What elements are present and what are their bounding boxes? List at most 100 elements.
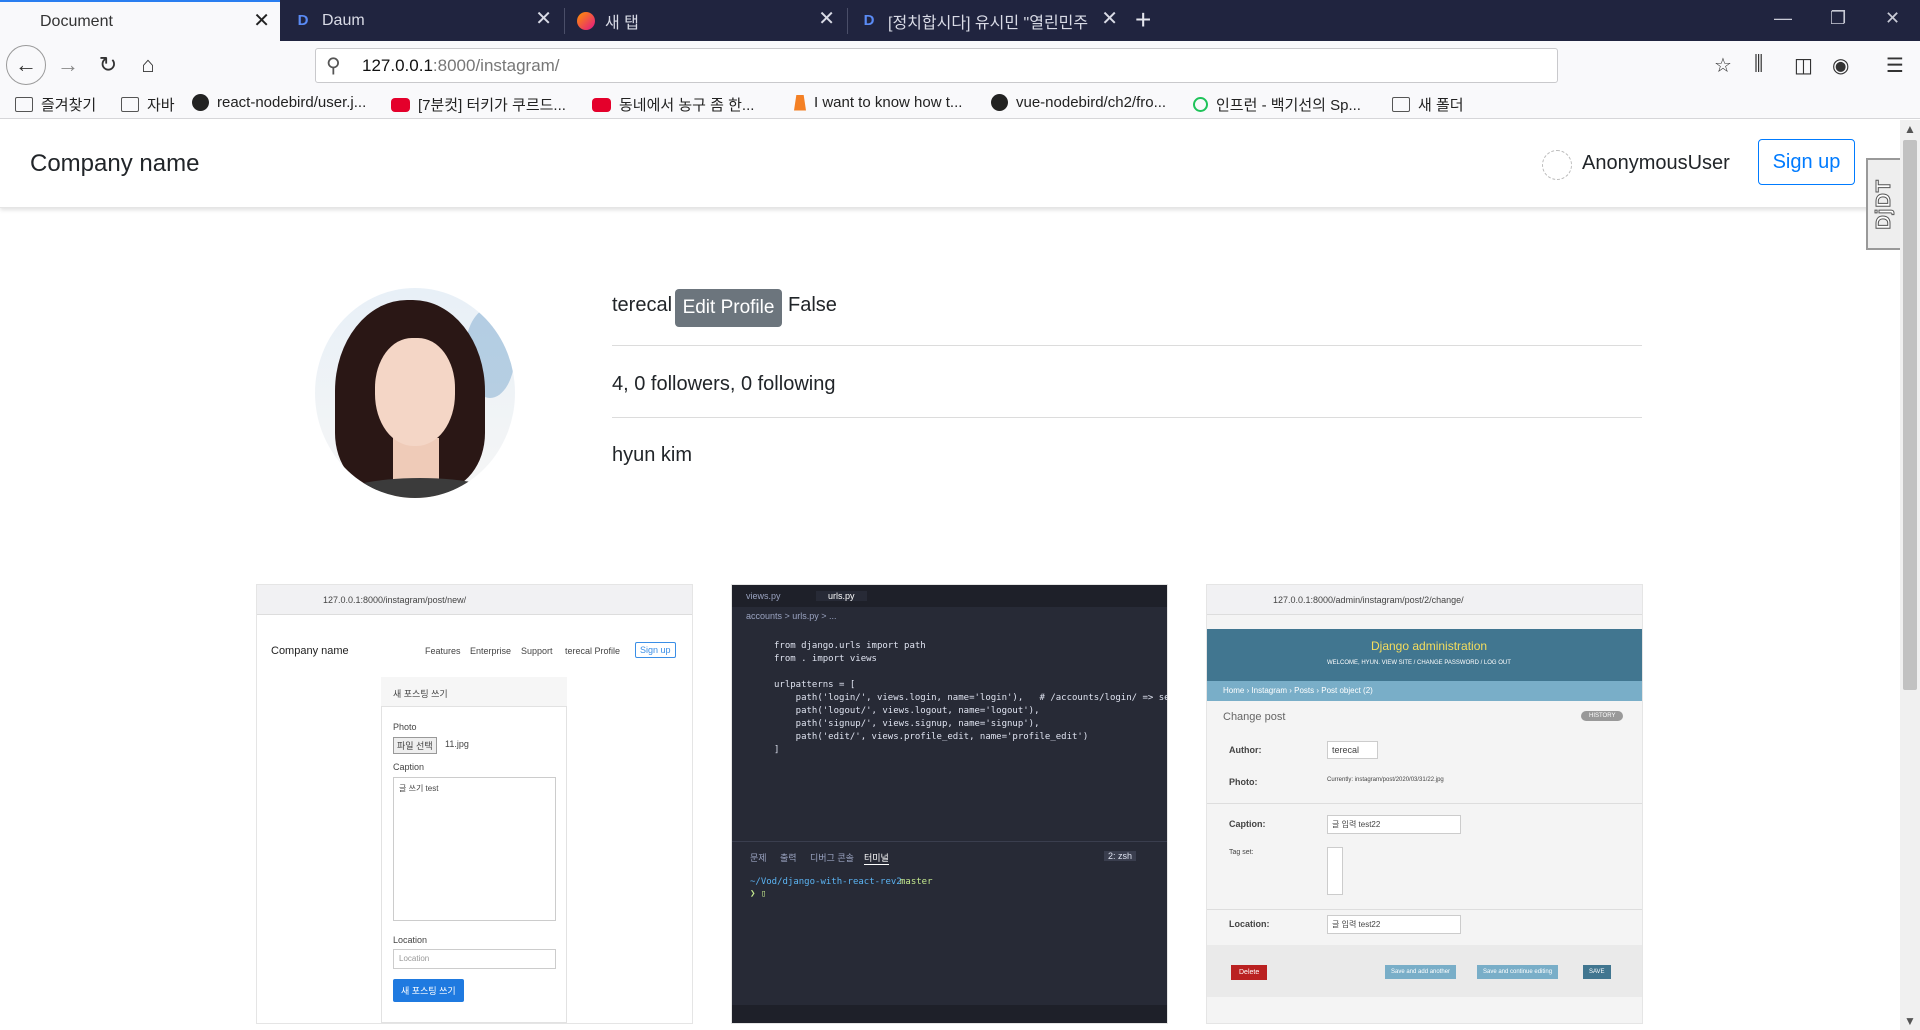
current-username[interactable]: AnonymousUser	[1582, 152, 1730, 175]
mini-breadcrumb: accounts > urls.py > ...	[746, 611, 837, 621]
mini-nav-item: terecal Profile	[565, 646, 621, 656]
mini-terminal-branch: master	[900, 877, 933, 887]
tab-youtube-politics[interactable]: D [정치합시다] 유시민 "열린민주 ✕	[848, 0, 1128, 41]
signup-button[interactable]: Sign up	[1758, 139, 1855, 185]
mini-url: 127.0.0.1:8000/instagram/post/new/	[323, 595, 467, 605]
blank-page-icon	[12, 13, 30, 31]
tab-title: [정치합시다] 유시민 "열린민주	[888, 14, 1089, 32]
mini-field-value: terecal	[1327, 741, 1379, 759]
tab-daum[interactable]: D Daum ✕	[282, 0, 562, 41]
post-thumbnail[interactable]: views.py urls.py accounts > urls.py > ..…	[731, 584, 1168, 1024]
site-header: Company name AnonymousUser Sign up	[0, 120, 1900, 208]
bookmark-star-icon[interactable]: ☆	[1714, 53, 1732, 78]
minimize-icon[interactable]: —	[1774, 8, 1792, 29]
window-close-icon[interactable]: ✕	[1885, 8, 1900, 29]
mini-file-button: 파일 선택	[393, 737, 437, 754]
account-icon[interactable]: ◉	[1832, 53, 1849, 78]
mini-nav-item: Support	[521, 646, 553, 656]
page-viewport: Company name AnonymousUser Sign up DjDT …	[0, 120, 1900, 1030]
mini-terminal-path: ~/Vod/django-with-react-rev2	[750, 877, 902, 887]
close-icon[interactable]: ✕	[535, 9, 552, 29]
bookmark-item[interactable]: 새 폴더	[1392, 94, 1464, 115]
back-arrow-icon[interactable]: ←	[6, 45, 46, 85]
github-icon	[192, 94, 209, 111]
close-icon[interactable]: ✕	[253, 11, 270, 31]
profile-stats: 4, 0 followers, 0 following	[612, 373, 836, 395]
mini-editor-tabs	[732, 585, 1167, 607]
profile-username: terecal	[612, 294, 673, 316]
new-tab-plus-icon[interactable]: +	[1135, 4, 1151, 36]
mini-submit: 새 포스팅 쓰기	[393, 979, 464, 1002]
scroll-down-arrow-icon[interactable]: ▼	[1904, 1014, 1916, 1028]
mini-panel-tab: 디버그 콘솔	[810, 853, 854, 863]
mini-field-label: Location:	[1229, 919, 1270, 929]
mini-placeholder: Location	[399, 954, 430, 963]
tab-new-tab[interactable]: 새 탭 ✕	[565, 0, 845, 41]
bookmark-item[interactable]: [7분컷] 터키가 쿠르드...	[391, 94, 566, 115]
scroll-thumb[interactable]	[1903, 140, 1917, 690]
tab-document[interactable]: Document ✕	[0, 0, 280, 41]
mini-nav-item: Enterprise	[470, 646, 512, 656]
post-thumbnail[interactable]: 127.0.0.1:8000/instagram/post/new/ Compa…	[256, 584, 693, 1024]
mini-title: Change post	[1223, 711, 1286, 723]
mini-field-label: Photo:	[1229, 777, 1258, 787]
close-icon[interactable]: ✕	[818, 9, 835, 29]
mini-field-label: Tag set:	[1229, 849, 1254, 856]
mini-brand: Company name	[271, 645, 349, 657]
divider	[612, 417, 1642, 418]
reload-icon[interactable]: ↻	[90, 47, 126, 83]
post-thumbnail[interactable]: 127.0.0.1:8000/admin/instagram/post/2/ch…	[1206, 584, 1643, 1024]
library-icon[interactable]: ⫼	[1754, 53, 1763, 76]
profile-full-name: hyun kim	[612, 444, 693, 466]
home-icon[interactable]: ⌂	[130, 47, 166, 83]
bookmark-item[interactable]: 즐겨찾기	[15, 94, 96, 115]
mini-breadcrumb: Home › Instagram › Posts › Post object (…	[1223, 686, 1373, 695]
profile-avatar	[315, 288, 515, 498]
mini-admin-header: Django administration	[1371, 639, 1488, 653]
mini-tab: urls.py	[816, 591, 867, 601]
stackoverflow-icon	[794, 94, 806, 111]
firefox-icon	[577, 11, 595, 30]
hamburger-menu-icon[interactable]: ☰	[1886, 53, 1904, 78]
forward-arrow-icon[interactable]: →	[50, 47, 86, 83]
bookmark-item[interactable]: vue-nodebird/ch2/fro...	[991, 94, 1166, 111]
mini-field-value: Currently: instagram/post/2020/03/31/22.…	[1327, 777, 1444, 783]
close-icon[interactable]: ✕	[1101, 9, 1118, 29]
mini-save-button: SAVE	[1583, 965, 1611, 979]
youtube-icon	[592, 97, 611, 112]
browser-tab-strip: Document ✕ D Daum ✕ 새 탭 ✕ D [정치합시다] 유시민 …	[0, 0, 1920, 41]
bookmark-item[interactable]: react-nodebird/user.j...	[192, 94, 366, 111]
mini-signup: Sign up	[635, 642, 676, 658]
mini-field-label: Author:	[1229, 745, 1262, 755]
bookmark-item[interactable]: 동네에서 농구 좀 한...	[592, 94, 754, 115]
scroll-up-arrow-icon[interactable]: ▲	[1904, 122, 1916, 136]
bookmark-item[interactable]: 인프런 - 백기선의 Sp...	[1193, 94, 1361, 115]
tab-title: 새 탭	[605, 14, 639, 32]
tab-title: Document	[40, 12, 113, 30]
mini-file-name: 11.jpg	[445, 739, 469, 749]
github-icon	[991, 94, 1008, 111]
bookmark-item[interactable]: I want to know how t...	[794, 94, 962, 111]
page-scrollbar[interactable]: ▲ ▼	[1900, 120, 1920, 1030]
mini-save-add-button: Save and add another	[1385, 965, 1457, 979]
address-bar[interactable]: ⚲ 127.0.0.1:8000/instagram/	[315, 48, 1558, 83]
sidebar-icon[interactable]: ◫	[1794, 53, 1813, 78]
inflearn-icon	[1193, 97, 1208, 112]
mini-field-value: 글 입력 test22	[1327, 815, 1462, 834]
daum-d-icon: D	[297, 12, 309, 29]
mini-code: from django.urls import path from . impo…	[774, 641, 1168, 755]
divider	[612, 345, 1642, 346]
mini-panel-tab: 문제	[750, 853, 767, 863]
bookmark-item[interactable]: 자바	[121, 94, 175, 115]
url-text: 127.0.0.1:8000/instagram/	[362, 55, 560, 75]
mini-caption: 글 쓰기 test	[399, 784, 439, 793]
restore-icon[interactable]: ❐	[1830, 8, 1846, 29]
edit-profile-button[interactable]: Edit Profile	[675, 289, 782, 327]
django-debug-toolbar-handle[interactable]: DjDT	[1866, 158, 1900, 250]
brand-link[interactable]: Company name	[30, 150, 199, 178]
mini-label: Photo	[393, 722, 417, 732]
mini-field-label: Caption:	[1229, 819, 1266, 829]
tab-title: Daum	[322, 11, 365, 29]
profile-flag: False	[788, 294, 837, 316]
browser-toolbar: ← → ↻ ⌂ ⚲ 127.0.0.1:8000/instagram/ ☆ ⫼ …	[0, 41, 1920, 89]
